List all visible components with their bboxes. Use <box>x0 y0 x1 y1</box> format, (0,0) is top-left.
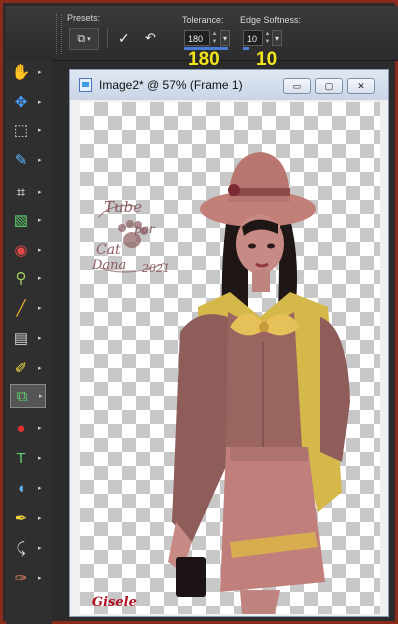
crop-tool-icon: ⌗ <box>16 183 26 201</box>
background-eraser-tool-icon: ⧉ <box>16 387 28 405</box>
image-window-title: Image2* @ 57% (Frame 1) <box>99 78 243 92</box>
gradient-tool[interactable]: ▤ ▸ <box>10 326 46 350</box>
tools-toolbar: ✋ ▸ ✥ ▸ ⬚ ▸ ✎ ▸ ⌗ ▸ ▧ ▸ ◉ ▸ ⚲ ▸ ╱ ▸ ▤ ▸ ✐ ▸ ⧉ ▸ ● ▸ T ▸ ◖ ▸ ✒ ▸ ⤹ ▸ ✑ ▸ <box>6 60 52 624</box>
makeover-tool-icon: ⚲ <box>15 270 27 287</box>
apply-check-icon[interactable]: ✓ <box>118 30 130 47</box>
flyout-arrow-icon[interactable]: ▸ <box>39 392 43 400</box>
edge-softness-label: Edge Softness: <box>240 15 302 25</box>
minimize-icon: ▭ <box>292 81 302 91</box>
edge-softness-slider-bar[interactable] <box>243 47 249 50</box>
image-doc-icon <box>79 78 92 92</box>
red-eye-tool-icon: ◉ <box>14 242 28 259</box>
move-tool[interactable]: ✥ ▸ <box>10 90 46 114</box>
preset-shape-tool[interactable]: ◖ ▸ <box>10 476 46 500</box>
clone-brush-tool-icon: ✑ <box>14 570 28 587</box>
tolerance-input[interactable]: 180 <box>184 30 210 46</box>
maximize-icon: ▢ <box>324 81 334 91</box>
warp-brush-tool-icon: ⤹ <box>16 539 26 557</box>
move-tool-icon: ✥ <box>14 94 28 111</box>
tool-options-bar: Presets: ⧉ ▾ ✓ ↶ Tolerance: 180 ▲ ▼ ▾ 180 … <box>6 6 398 70</box>
tolerance-annotation: 180 <box>188 49 220 70</box>
toolbar-grip[interactable] <box>56 14 62 54</box>
tolerance-dropdown[interactable]: ▾ <box>220 30 230 46</box>
edge-softness-annotation: 10 <box>256 49 278 70</box>
edge-softness-input[interactable]: 10 <box>243 30 263 46</box>
flyout-arrow-icon[interactable]: ▸ <box>38 364 42 372</box>
divider <box>107 28 108 48</box>
eraser-tool-icon: ✐ <box>14 360 28 377</box>
pen-tool[interactable]: ✒ ▸ <box>10 506 46 530</box>
dropper-tool-icon: ✎ <box>14 152 28 169</box>
paint-brush-tool-icon: ╱ <box>16 300 26 317</box>
preset-shape-tool-icon: ◖ <box>16 479 26 497</box>
flood-fill-tool[interactable]: ● ▸ <box>10 416 46 440</box>
image-window-titlebar[interactable]: Image2* @ 57% (Frame 1) ▭ ▢ ✕ <box>70 70 388 100</box>
background-eraser-tool[interactable]: ⧉ ▸ <box>10 384 46 408</box>
paint-brush-tool[interactable]: ╱ ▸ <box>10 296 46 320</box>
flyout-arrow-icon[interactable]: ▸ <box>38 246 42 254</box>
flyout-arrow-icon[interactable]: ▸ <box>38 126 42 134</box>
flyout-arrow-icon[interactable]: ▸ <box>38 334 42 342</box>
flyout-arrow-icon[interactable]: ▸ <box>38 156 42 164</box>
text-tool-icon: T <box>16 449 26 467</box>
flyout-arrow-icon[interactable]: ▸ <box>38 68 42 76</box>
edge-softness-spinner[interactable]: ▲ ▼ <box>263 30 272 46</box>
gradient-tool-icon: ▤ <box>13 330 29 347</box>
warp-brush-tool[interactable]: ⤹ ▸ <box>10 536 46 560</box>
maximize-button[interactable]: ▢ <box>315 78 343 94</box>
flyout-arrow-icon[interactable]: ▸ <box>38 98 42 106</box>
flyout-arrow-icon[interactable]: ▸ <box>38 424 42 432</box>
flyout-arrow-icon[interactable]: ▸ <box>38 188 42 196</box>
app-frame: Presets: ⧉ ▾ ✓ ↶ Tolerance: 180 ▲ ▼ ▾ 180 … <box>0 0 398 624</box>
presets-dropdown[interactable]: ⧉ ▾ <box>69 28 99 50</box>
woman-figure-image <box>168 152 350 614</box>
presets-label: Presets: <box>67 13 101 23</box>
eraser-tool[interactable]: ✐ ▸ <box>10 356 46 380</box>
flyout-arrow-icon[interactable]: ▸ <box>38 574 42 582</box>
flyout-arrow-icon[interactable]: ▸ <box>38 304 42 312</box>
flyout-arrow-icon[interactable]: ▸ <box>38 216 42 224</box>
dropper-tool[interactable]: ✎ ▸ <box>10 148 46 172</box>
flyout-arrow-icon[interactable]: ▸ <box>38 484 42 492</box>
signature-watermark: Gisele <box>92 595 137 610</box>
image-window: Image2* @ 57% (Frame 1) ▭ ▢ ✕ Tube par C… <box>69 69 389 617</box>
close-button[interactable]: ✕ <box>347 78 375 94</box>
tolerance-label: Tolerance: <box>182 15 224 25</box>
flyout-arrow-icon[interactable]: ▸ <box>38 274 42 282</box>
pan-tool[interactable]: ✋ ▸ <box>10 60 46 84</box>
preset-icon: ⧉ <box>77 32 86 45</box>
chevron-down-icon: ▾ <box>87 36 91 43</box>
tolerance-spinner[interactable]: ▲ ▼ <box>210 30 219 46</box>
pen-tool-icon: ✒ <box>14 510 28 527</box>
minimize-button[interactable]: ▭ <box>283 78 311 94</box>
flood-fill-tool-icon: ● <box>16 419 26 437</box>
red-eye-tool[interactable]: ◉ ▸ <box>10 238 46 262</box>
selection-tool-icon: ⬚ <box>13 122 29 139</box>
text-tool[interactable]: T ▸ <box>10 446 46 470</box>
flyout-arrow-icon[interactable]: ▸ <box>38 514 42 522</box>
edge-softness-dropdown[interactable]: ▾ <box>272 30 282 46</box>
crop-tool[interactable]: ⌗ ▸ <box>10 180 46 204</box>
close-icon: ✕ <box>357 81 365 91</box>
straighten-tool-icon: ▧ <box>13 212 29 229</box>
pan-tool-icon: ✋ <box>11 64 31 81</box>
makeover-tool[interactable]: ⚲ ▸ <box>10 266 46 290</box>
reset-icon[interactable]: ↶ <box>145 30 156 46</box>
selection-tool[interactable]: ⬚ ▸ <box>10 118 46 142</box>
clone-brush-tool[interactable]: ✑ ▸ <box>10 566 46 590</box>
flyout-arrow-icon[interactable]: ▸ <box>38 544 42 552</box>
image-canvas[interactable]: Tube par Cat Dana 2021 Gisele <box>80 102 380 614</box>
straighten-tool[interactable]: ▧ ▸ <box>10 208 46 232</box>
flyout-arrow-icon[interactable]: ▸ <box>38 454 42 462</box>
